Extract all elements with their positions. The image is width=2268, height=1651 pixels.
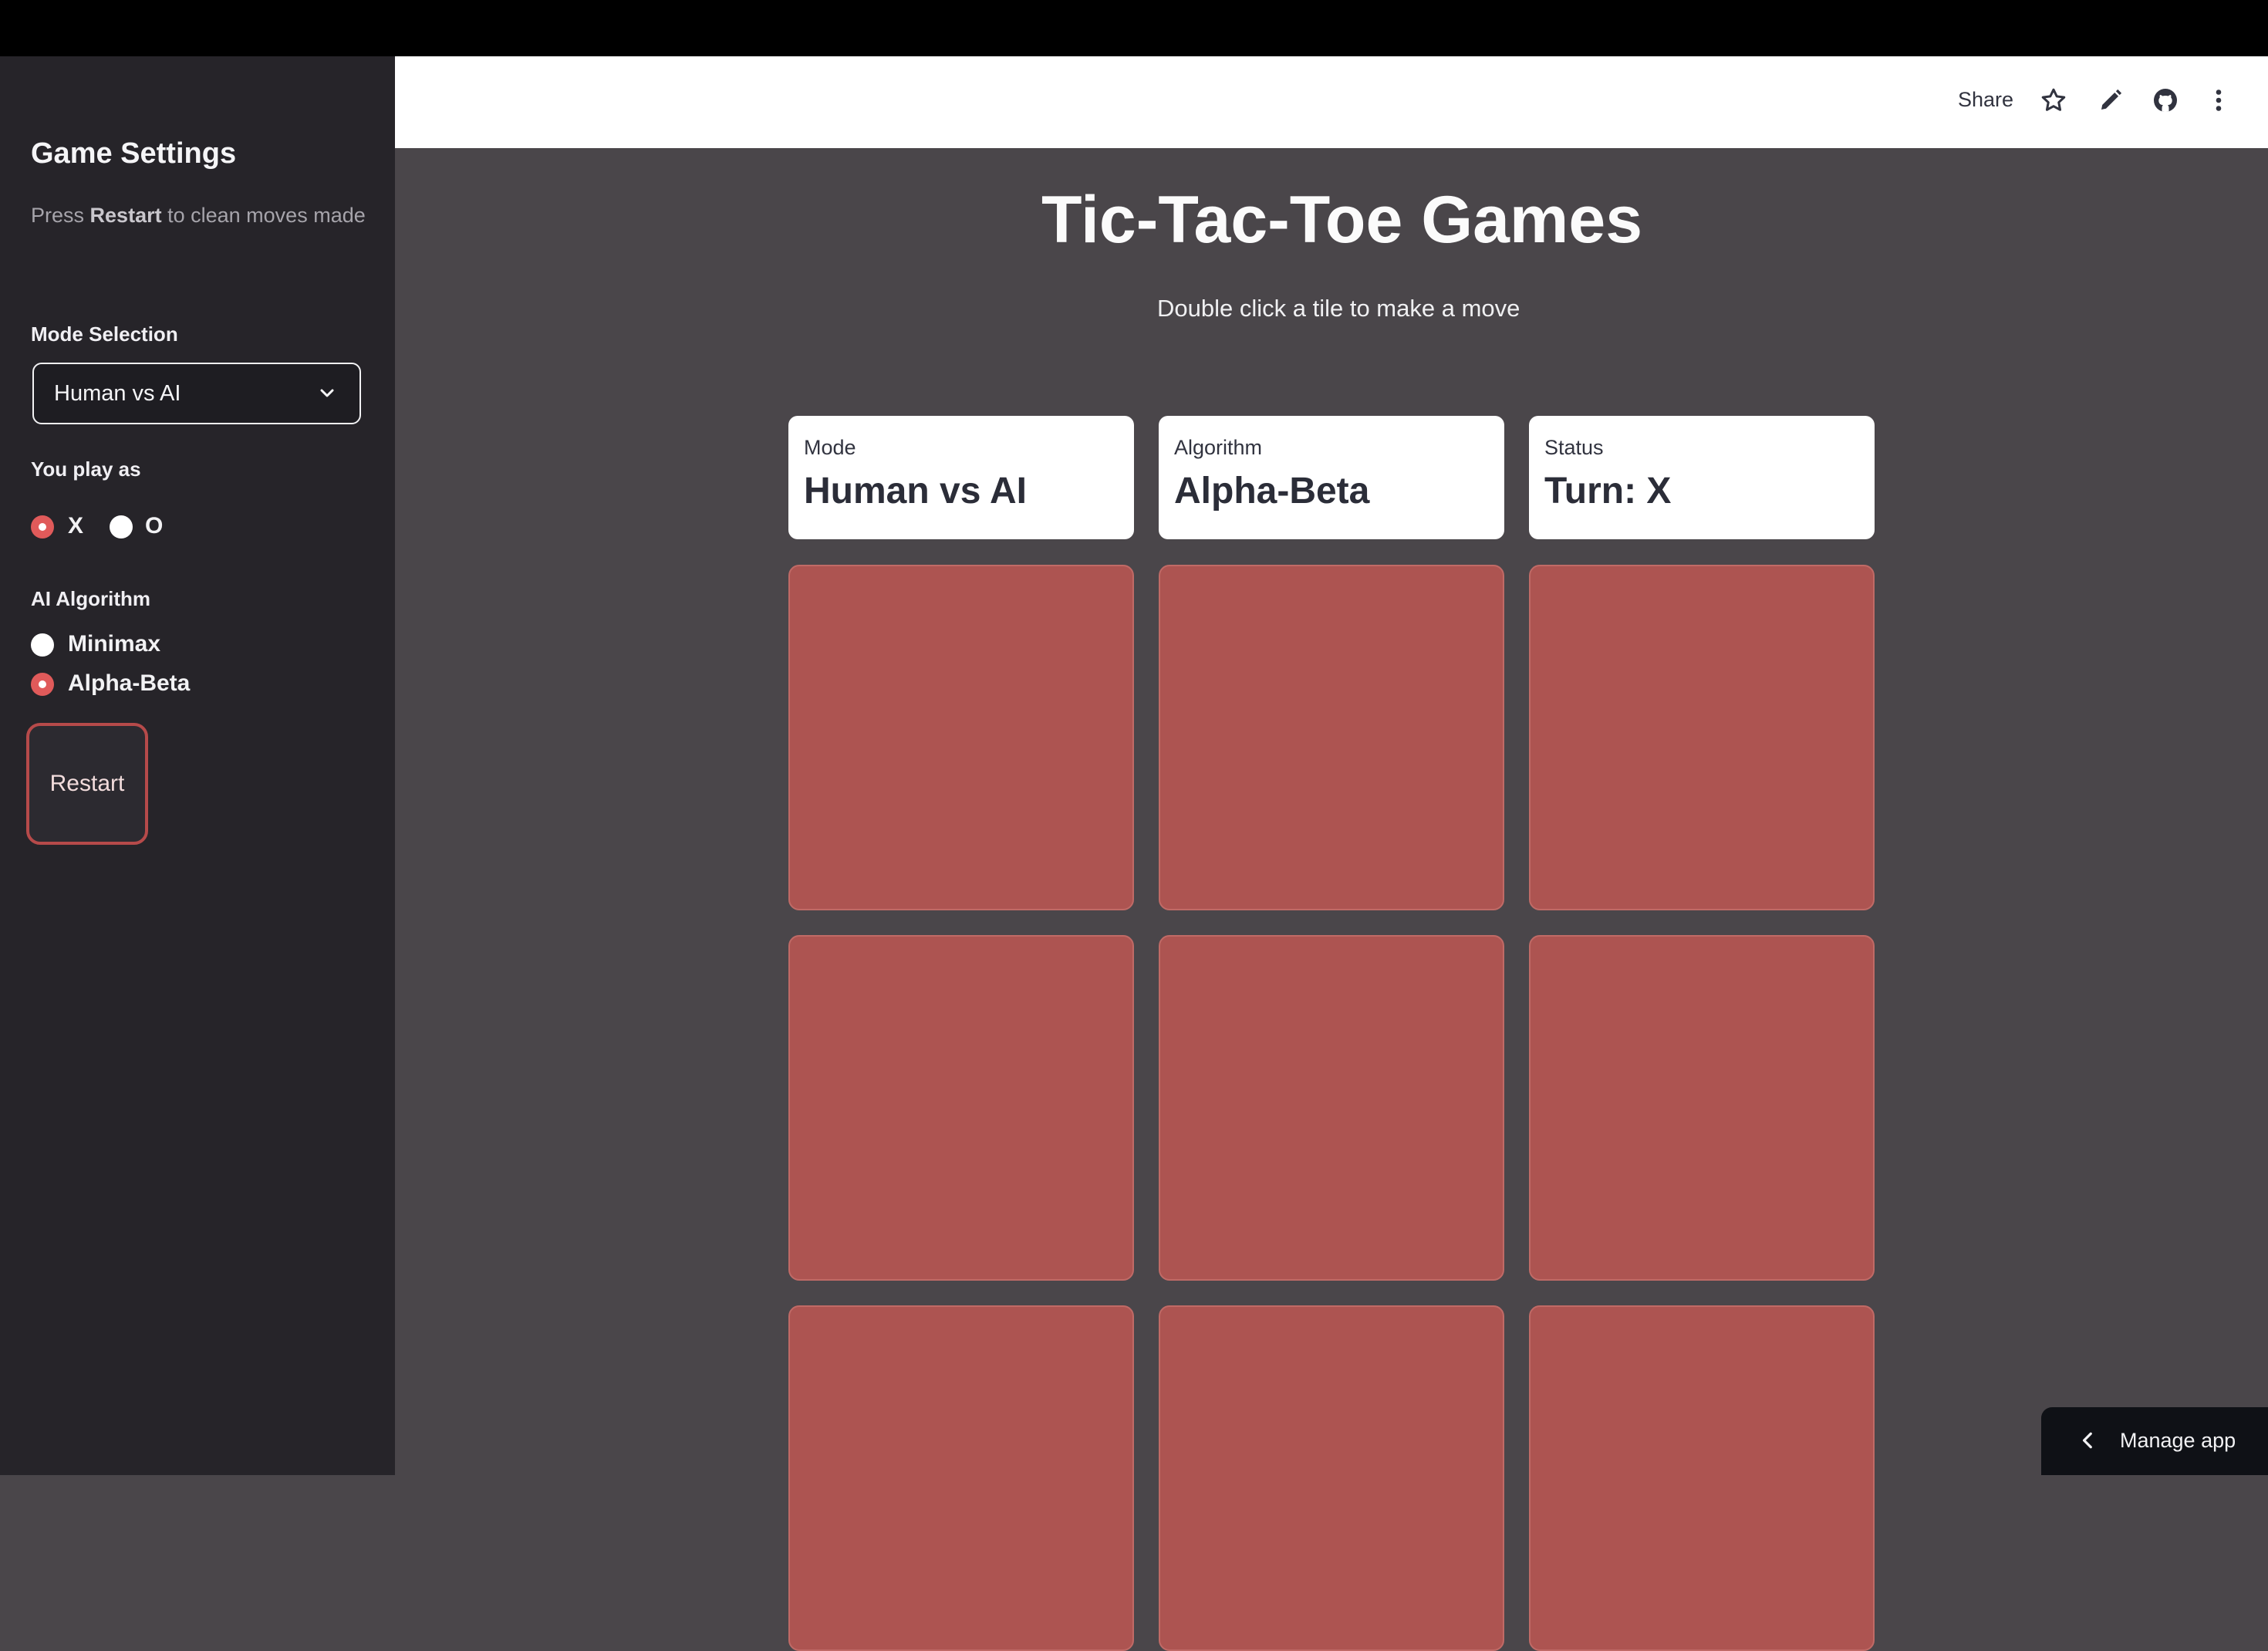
board-tile-5[interactable] (1159, 935, 1504, 1281)
metric-label: Status (1544, 436, 1604, 459)
chevron-down-icon (320, 389, 334, 397)
metric-mode: Mode Human vs AI (788, 416, 1134, 539)
board-tile-7[interactable] (788, 1305, 1134, 1651)
mode-select[interactable]: Human vs AI (32, 363, 361, 424)
board-tile-9[interactable] (1529, 1305, 1875, 1651)
metric-label: Algorithm (1174, 436, 1263, 459)
metric-value: Human vs AI (804, 471, 1027, 512)
share-button[interactable]: Share (1958, 88, 2013, 112)
radio-label: Minimax (68, 631, 161, 657)
play-as-label: You play as (31, 457, 141, 481)
board-tile-2[interactable] (1159, 565, 1504, 910)
sidebar-caption: Press Restart to clean moves made (31, 204, 366, 228)
radio-selected-icon (31, 673, 54, 696)
ai-algorithm-label: AI Algorithm (31, 587, 151, 610)
github-icon[interactable] (2152, 86, 2179, 114)
radio-label: O (145, 513, 164, 539)
metric-status: Status Turn: X (1529, 416, 1875, 539)
page-title: Tic-Tac-Toe Games (1041, 183, 1643, 257)
browser-top-bar (0, 0, 2268, 56)
mode-select-value: Human vs AI (54, 381, 181, 406)
radio-selected-icon (31, 515, 54, 539)
board-tile-3[interactable] (1529, 565, 1875, 910)
board-tile-8[interactable] (1159, 1305, 1504, 1651)
more-vertical-icon[interactable] (2205, 86, 2233, 114)
caption-bold: Restart (89, 204, 162, 227)
radio-unselected-icon (31, 633, 54, 657)
metric-value: Alpha-Beta (1174, 471, 1370, 512)
metric-label: Mode (804, 436, 856, 459)
radio-label: X (68, 513, 84, 539)
caption-prefix: Press (31, 204, 85, 227)
page-subtitle: Double click a tile to make a move (1157, 295, 1520, 322)
restart-button[interactable]: Restart (26, 723, 148, 845)
manage-app-button[interactable]: Manage app (2041, 1407, 2268, 1475)
metric-value: Turn: X (1544, 471, 1672, 512)
star-icon[interactable] (2040, 86, 2067, 114)
metric-algorithm: Algorithm Alpha-Beta (1159, 416, 1504, 539)
manage-app-label: Manage app (2120, 1429, 2236, 1452)
radio-unselected-icon (110, 515, 133, 539)
radio-label: Alpha-Beta (68, 670, 191, 696)
chevron-left-icon (2082, 1432, 2092, 1449)
pencil-icon[interactable] (2097, 86, 2125, 114)
mode-selection-label: Mode Selection (31, 322, 178, 346)
board-tile-1[interactable] (788, 565, 1134, 910)
caption-suffix: to clean moves made (167, 204, 366, 227)
sidebar-title: Game Settings (31, 137, 237, 170)
board-tile-6[interactable] (1529, 935, 1875, 1281)
board-tile-4[interactable] (788, 935, 1134, 1281)
